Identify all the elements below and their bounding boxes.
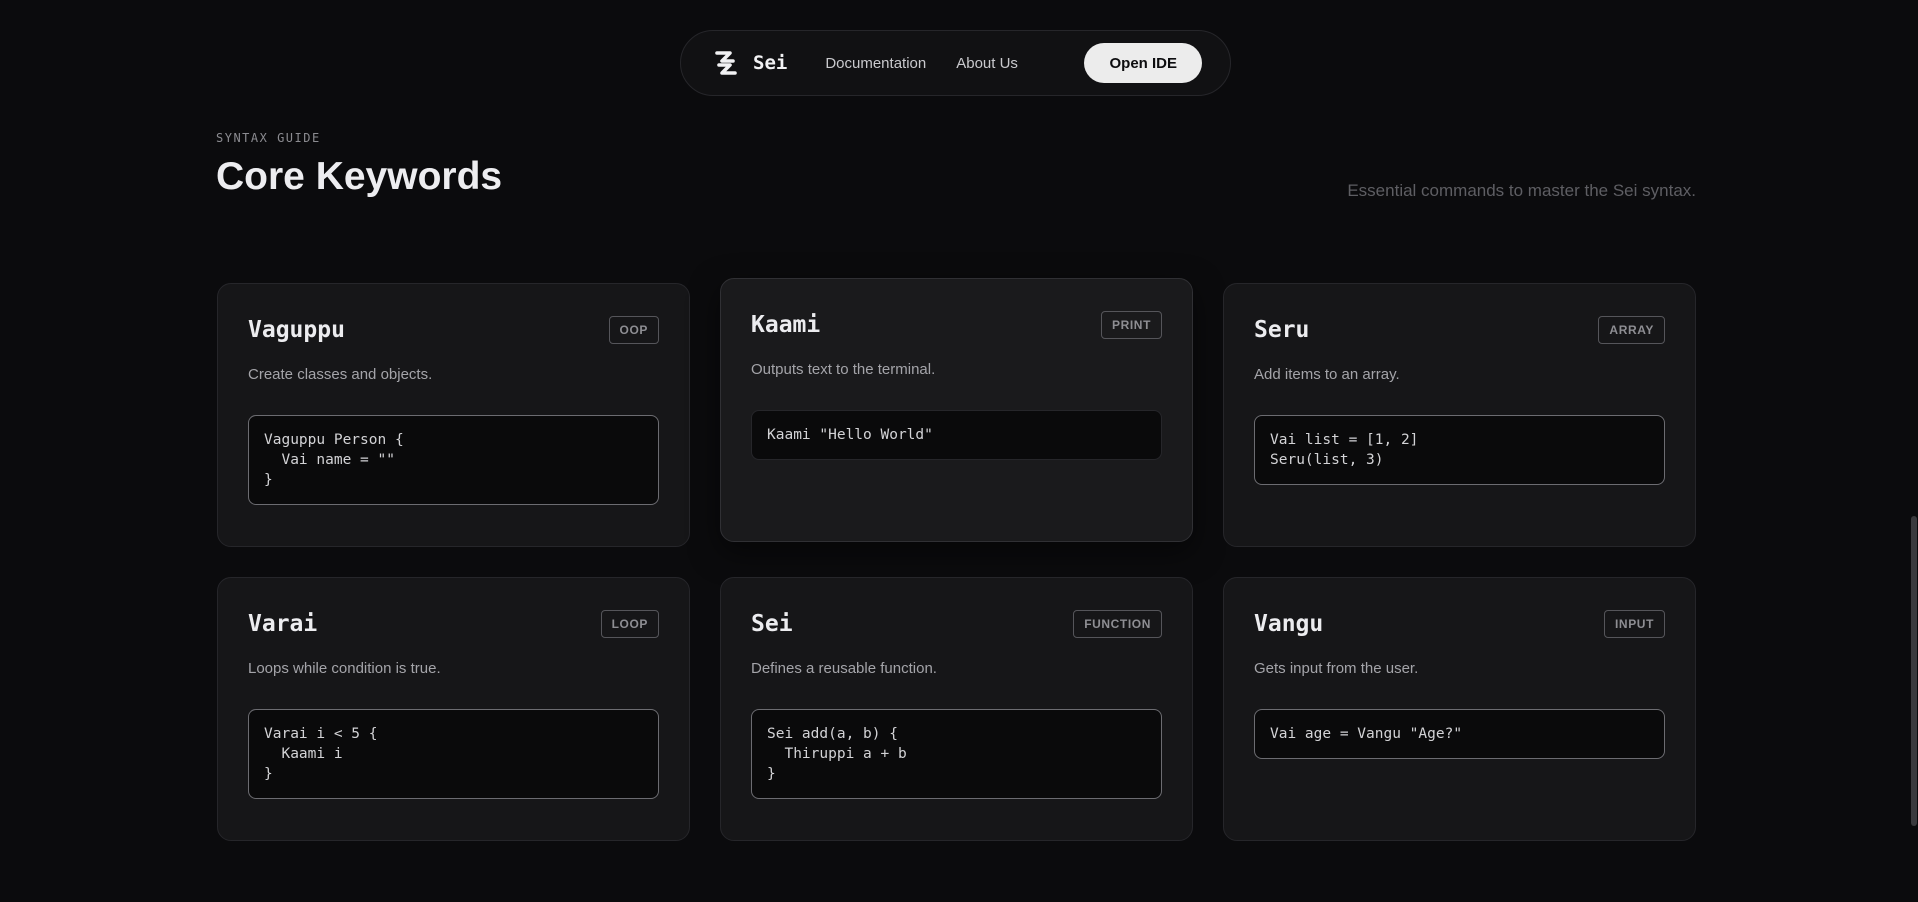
code-snippet: Varai i < 5 { Kaami i } [248, 709, 659, 799]
code-snippet: Sei add(a, b) { Thiruppi a + b } [751, 709, 1162, 799]
keyword-card-vaguppu: Vaguppu OOP Create classes and objects. … [217, 283, 690, 547]
card-badge: LOOP [600, 610, 659, 638]
sei-logo-icon [715, 51, 737, 75]
page-title: Core Keywords [216, 155, 503, 198]
card-header: Vaguppu OOP [248, 315, 659, 345]
card-title: Varai [248, 611, 318, 637]
card-description: Defines a reusable function. [751, 660, 937, 677]
card-badge: OOP [608, 316, 659, 344]
card-header: Varai LOOP [248, 609, 659, 639]
page-subtitle: Essential commands to master the Sei syn… [1347, 181, 1696, 200]
card-description: Loops while condition is true. [248, 660, 441, 677]
brand-name: Sei [753, 52, 788, 74]
card-badge: INPUT [1604, 610, 1665, 638]
nav-link-about-us[interactable]: About Us [956, 55, 1018, 72]
card-header: Seru ARRAY [1254, 315, 1665, 345]
nav-links: Documentation About Us [825, 55, 1018, 72]
card-badge: FUNCTION [1073, 610, 1162, 638]
keyword-card-kaami: Kaami PRINT Outputs text to the terminal… [720, 278, 1193, 542]
code-snippet: Vai list = [1, 2] Seru(list, 3) [1254, 415, 1665, 485]
card-description: Add items to an array. [1254, 366, 1400, 383]
card-badge: PRINT [1101, 311, 1162, 339]
card-title: Kaami [751, 312, 821, 338]
card-description: Gets input from the user. [1254, 660, 1419, 677]
card-header: Kaami PRINT [751, 310, 1162, 340]
page: Sei Documentation About Us Open IDE SYNT… [0, 0, 1918, 902]
scrollbar-thumb[interactable] [1911, 516, 1917, 826]
code-snippet: Kaami "Hello World" [751, 410, 1162, 460]
keyword-card-sei: Sei FUNCTION Defines a reusable function… [720, 577, 1193, 841]
keyword-card-seru: Seru ARRAY Add items to an array. Vai li… [1223, 283, 1696, 547]
code-snippet: Vai age = Vangu "Age?" [1254, 709, 1665, 759]
code-snippet: Vaguppu Person { Vai name = "" } [248, 415, 659, 505]
top-nav: Sei Documentation About Us Open IDE [680, 30, 1231, 96]
card-title: Sei [751, 611, 793, 637]
card-header: Vangu INPUT [1254, 609, 1665, 639]
card-title: Seru [1254, 317, 1310, 343]
section-eyebrow: SYNTAX GUIDE [216, 131, 321, 145]
nav-link-documentation[interactable]: Documentation [825, 55, 926, 72]
card-description: Create classes and objects. [248, 366, 433, 383]
scrollbar-track[interactable] [1910, 0, 1918, 902]
keyword-card-varai: Varai LOOP Loops while condition is true… [217, 577, 690, 841]
card-title: Vaguppu [248, 317, 345, 343]
card-header: Sei FUNCTION [751, 609, 1162, 639]
keyword-card-vangu: Vangu INPUT Gets input from the user. Va… [1223, 577, 1696, 841]
card-description: Outputs text to the terminal. [751, 361, 936, 378]
card-badge: ARRAY [1598, 316, 1665, 344]
brand-link[interactable]: Sei [711, 48, 787, 78]
open-ide-button[interactable]: Open IDE [1084, 43, 1202, 83]
card-title: Vangu [1254, 611, 1324, 637]
